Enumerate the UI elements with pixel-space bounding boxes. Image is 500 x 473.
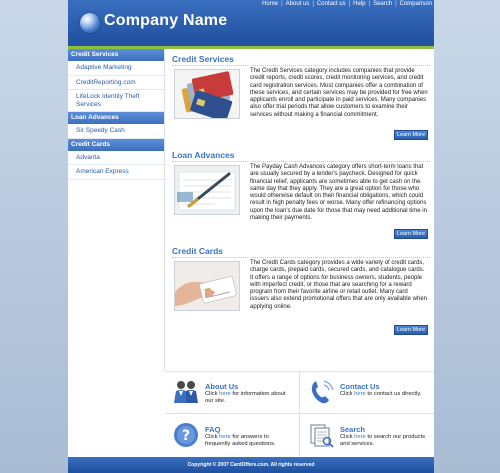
people-icon — [173, 379, 199, 405]
about-us-link[interactable]: here — [219, 391, 231, 397]
section-title: Credit Services — [172, 54, 430, 66]
main-content: Credit Services The Credit Services cate… — [172, 54, 430, 342]
search-title[interactable]: Search — [340, 425, 365, 434]
faq-title[interactable]: FAQ — [205, 425, 220, 434]
question-mark-icon: ? — [173, 422, 199, 448]
sidebar-divider — [164, 49, 165, 371]
section-credit-cards: Credit Cards The Credit Cards category p… — [172, 246, 430, 342]
learn-more-button[interactable]: Learn More — [394, 325, 428, 335]
about-us-title[interactable]: About Us — [205, 382, 238, 391]
search-text: Click here to search our products and se… — [340, 434, 428, 448]
contact-us-text-pre: Click — [340, 391, 355, 397]
nav-comparison[interactable]: Comparison — [400, 1, 432, 7]
sidebar-heading-loan-advances[interactable]: Loan Advances — [68, 112, 164, 124]
sidebar-item-advanta[interactable]: Advanta — [68, 151, 164, 165]
credit-cards-pile-image — [174, 69, 240, 119]
sidebar-item-lifelock[interactable]: LifeLock Identity Theft Services — [68, 90, 164, 112]
footer: Copyright © 2007 CardOffers.com. All rig… — [68, 457, 434, 473]
logo-orb-icon — [80, 13, 100, 33]
section-text: The Payday Cash Advances category offers… — [250, 164, 427, 222]
sidebar-item-adaptive-marketing[interactable]: Adaptive Marketing — [68, 61, 164, 76]
search-box: Search Click here to search our products… — [300, 414, 433, 455]
phone-icon — [308, 379, 334, 405]
faq-link[interactable]: here — [219, 434, 231, 440]
section-loan-advances: Loan Advances The Payday Cash Advances c… — [172, 150, 430, 246]
contact-us-text: Click here to contact us directly. — [340, 391, 428, 398]
nav-home[interactable]: Home — [262, 1, 278, 7]
documents-search-icon — [308, 422, 334, 448]
header: Company Name Home | About us | Contact us |… — [68, 0, 434, 46]
sidebar-heading-credit-cards[interactable]: Credit Cards — [68, 138, 164, 151]
contact-us-title[interactable]: Contact Us — [340, 382, 380, 391]
nav-help[interactable]: Help — [353, 1, 365, 7]
section-text: The Credit Cards category provides a wid… — [250, 260, 427, 310]
page: Company Name Home | About us | Contact us |… — [68, 0, 434, 473]
faq-text-pre: Click — [205, 434, 220, 440]
hand-holding-card-image — [174, 261, 240, 311]
section-title: Credit Cards — [172, 246, 430, 258]
sidebar-item-creditreporting[interactable]: CreditReporting.com — [68, 76, 164, 90]
nav-search[interactable]: Search — [373, 1, 392, 7]
about-us-box: About Us Click here for information abou… — [165, 371, 298, 412]
section-title: Loan Advances — [172, 150, 430, 162]
section-text: The Credit Services category includes co… — [250, 68, 428, 118]
sidebar-heading-credit-services[interactable]: Credit Services — [68, 49, 164, 61]
pen-and-form-image — [174, 165, 240, 215]
about-us-text: Click here for information about our sit… — [205, 391, 293, 405]
search-text-pre: Click — [340, 434, 355, 440]
faq-box: ? FAQ Click here for answers to frequent… — [165, 414, 298, 455]
sidebar-item-sir-speedy-cash[interactable]: Sir Speedy Cash — [68, 124, 164, 139]
nav-about-us[interactable]: About us — [286, 1, 310, 7]
company-name[interactable]: Company Name — [104, 12, 227, 30]
about-us-text-pre: Click — [205, 391, 220, 397]
search-link[interactable]: here — [354, 434, 366, 440]
learn-more-button[interactable]: Learn More — [394, 130, 428, 140]
sidebar-item-american-express[interactable]: American Express — [68, 165, 164, 180]
svg-text:?: ? — [182, 428, 190, 444]
contact-us-text-post: to contact us directly. — [365, 391, 422, 397]
section-credit-services: Credit Services The Credit Services cate… — [172, 54, 430, 150]
nav-contact-us[interactable]: Contact us — [317, 1, 346, 7]
contact-us-box: Contact Us Click here to contact us dire… — [300, 371, 433, 412]
top-nav: Home | About us | Contact us | Help | Search… — [262, 1, 432, 7]
bottom-grid: About Us Click here for information abou… — [165, 371, 434, 456]
faq-text: Click here for answers to frequently ask… — [205, 434, 293, 448]
learn-more-button[interactable]: Learn More — [394, 229, 428, 239]
sidebar: Credit Services Adaptive Marketing Credi… — [68, 49, 164, 455]
contact-us-link[interactable]: here — [354, 391, 366, 397]
